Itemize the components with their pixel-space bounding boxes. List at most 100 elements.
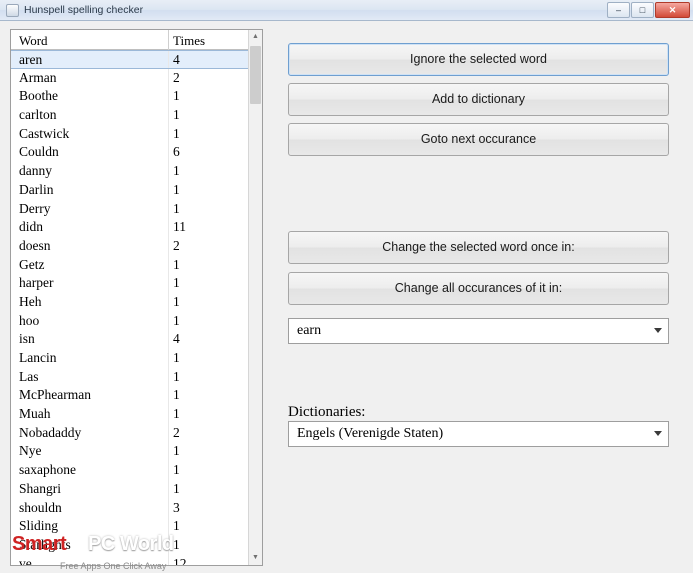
cell-word: doesn xyxy=(19,237,51,253)
cell-times: 4 xyxy=(173,52,180,67)
table-row[interactable]: saxaphone 1 xyxy=(11,461,249,480)
main-content: Word Times aren 4 Arman 2 Boothe 1 carlton 1 Cas… xyxy=(0,21,693,573)
cell-word: Lancin xyxy=(19,350,57,365)
row-divider xyxy=(168,124,169,144)
table-row[interactable]: danny 1 xyxy=(11,162,249,181)
row-divider xyxy=(168,143,169,163)
close-button[interactable]: ✕ xyxy=(655,2,690,18)
table-row[interactable]: hoo 1 xyxy=(11,311,249,331)
app-icon xyxy=(6,4,19,17)
cell-times: 2 xyxy=(173,69,180,85)
column-header-word[interactable]: Word xyxy=(19,33,48,49)
table-row[interactable]: Getz 1 xyxy=(11,255,249,275)
cell-times: 1 xyxy=(173,480,180,496)
cell-times: 1 xyxy=(173,443,180,459)
row-divider xyxy=(168,405,169,424)
row-divider xyxy=(168,292,169,312)
cell-word: Las xyxy=(19,368,39,384)
chevron-down-icon-dictionary[interactable] xyxy=(654,431,662,436)
minimize-button[interactable]: – xyxy=(607,2,630,18)
table-row[interactable]: Starlights 1 xyxy=(11,535,249,555)
ignore-selected-word-button[interactable]: Ignore the selected word xyxy=(288,43,669,76)
cell-word: aren xyxy=(19,52,43,67)
cell-times: 12 xyxy=(173,555,187,566)
word-list-rows: aren 4 Arman 2 Boothe 1 carlton 1 Castwick 1 Could… xyxy=(11,50,249,566)
cell-word: didn xyxy=(19,219,44,235)
table-row[interactable]: Darlin 1 xyxy=(11,180,249,200)
dictionaries-label: Dictionaries: xyxy=(288,404,366,420)
header-separator xyxy=(168,30,169,50)
cell-times: 1 xyxy=(173,350,180,365)
table-row[interactable]: Couldn 6 xyxy=(11,143,249,163)
cell-times: 1 xyxy=(173,536,180,552)
row-divider xyxy=(168,367,169,387)
replacement-word-combobox[interactable]: earn xyxy=(288,318,669,344)
row-divider xyxy=(168,442,169,462)
row-divider xyxy=(168,68,169,88)
cell-word: Arman xyxy=(19,69,57,85)
table-row[interactable]: harper 1 xyxy=(11,274,249,293)
table-row[interactable]: Castwick 1 xyxy=(11,124,249,144)
cell-times: 1 xyxy=(173,368,180,384)
table-row[interactable]: Shangri 1 xyxy=(11,479,249,499)
cell-word: isn xyxy=(19,331,35,347)
cell-times: 6 xyxy=(173,144,180,160)
table-row[interactable]: Las 1 xyxy=(11,367,249,387)
table-row[interactable]: McPhearman 1 xyxy=(11,386,249,406)
word-list-scrollbar[interactable]: ▲ ▼ xyxy=(248,30,262,565)
app-window: Hunspell spelling checker – □ ✕ Word Tim… xyxy=(0,0,693,573)
row-divider xyxy=(168,236,169,256)
scrollbar-thumb[interactable] xyxy=(250,46,261,104)
cell-times: 1 xyxy=(173,387,180,403)
cell-times: 11 xyxy=(173,219,186,235)
cell-word: Muah xyxy=(19,406,51,422)
row-divider xyxy=(168,87,169,107)
table-row[interactable]: Sliding 1 xyxy=(11,517,249,536)
title-bar: Hunspell spelling checker – □ ✕ xyxy=(0,0,693,21)
table-row[interactable]: aren 4 xyxy=(11,50,249,69)
add-to-dictionary-button[interactable]: Add to dictionary xyxy=(288,83,669,116)
maximize-button[interactable]: □ xyxy=(631,2,654,18)
scroll-up-icon[interactable]: ▲ xyxy=(249,30,262,44)
cell-word: Heh xyxy=(19,293,42,309)
table-row[interactable]: Heh 1 xyxy=(11,292,249,312)
table-row[interactable]: doesn 2 xyxy=(11,236,249,256)
cell-word: hoo xyxy=(19,312,40,328)
row-divider xyxy=(168,386,169,406)
row-divider xyxy=(168,479,169,499)
goto-next-occurance-button[interactable]: Goto next occurance xyxy=(288,123,669,156)
cell-times: 1 xyxy=(173,462,180,478)
cell-word: saxaphone xyxy=(19,462,76,478)
table-row[interactable]: Lancin 1 xyxy=(11,349,249,368)
table-row[interactable]: shouldn 3 xyxy=(11,498,249,518)
change-once-button[interactable]: Change the selected word once in: xyxy=(288,231,669,264)
table-row[interactable]: Arman 2 xyxy=(11,68,249,88)
row-divider xyxy=(168,517,169,536)
chevron-down-icon[interactable] xyxy=(654,328,662,333)
word-list-panel[interactable]: Word Times aren 4 Arman 2 Boothe 1 carlton 1 Cas… xyxy=(10,29,263,566)
cell-times: 3 xyxy=(173,499,180,515)
table-row[interactable]: ve 12 xyxy=(11,554,249,566)
table-row[interactable]: Nobadaddy 2 xyxy=(11,423,249,443)
cell-word: Nye xyxy=(19,443,42,459)
cell-word: Boothe xyxy=(19,88,58,104)
cell-times: 1 xyxy=(173,275,180,291)
scroll-down-icon[interactable]: ▼ xyxy=(249,551,262,565)
cell-times: 1 xyxy=(173,181,180,197)
table-row[interactable]: isn 4 xyxy=(11,330,249,349)
table-row[interactable]: Muah 1 xyxy=(11,405,249,424)
cell-word: Sliding xyxy=(19,518,59,534)
cell-times: 1 xyxy=(173,406,180,422)
table-row[interactable]: Derry 1 xyxy=(11,199,249,219)
cell-word: McPhearman xyxy=(19,387,91,403)
table-row[interactable]: carlton 1 xyxy=(11,106,249,125)
column-header-times[interactable]: Times xyxy=(173,33,205,49)
table-row[interactable]: Nye 1 xyxy=(11,442,249,462)
change-all-button[interactable]: Change all occurances of it in: xyxy=(288,272,669,305)
cell-times: 1 xyxy=(173,200,180,216)
table-row[interactable]: didn 11 xyxy=(11,218,249,237)
row-divider xyxy=(168,51,169,68)
table-row[interactable]: Boothe 1 xyxy=(11,87,249,107)
dictionary-combobox[interactable]: Engels (Verenigde Staten) xyxy=(288,421,669,447)
cell-times: 1 xyxy=(173,518,180,534)
